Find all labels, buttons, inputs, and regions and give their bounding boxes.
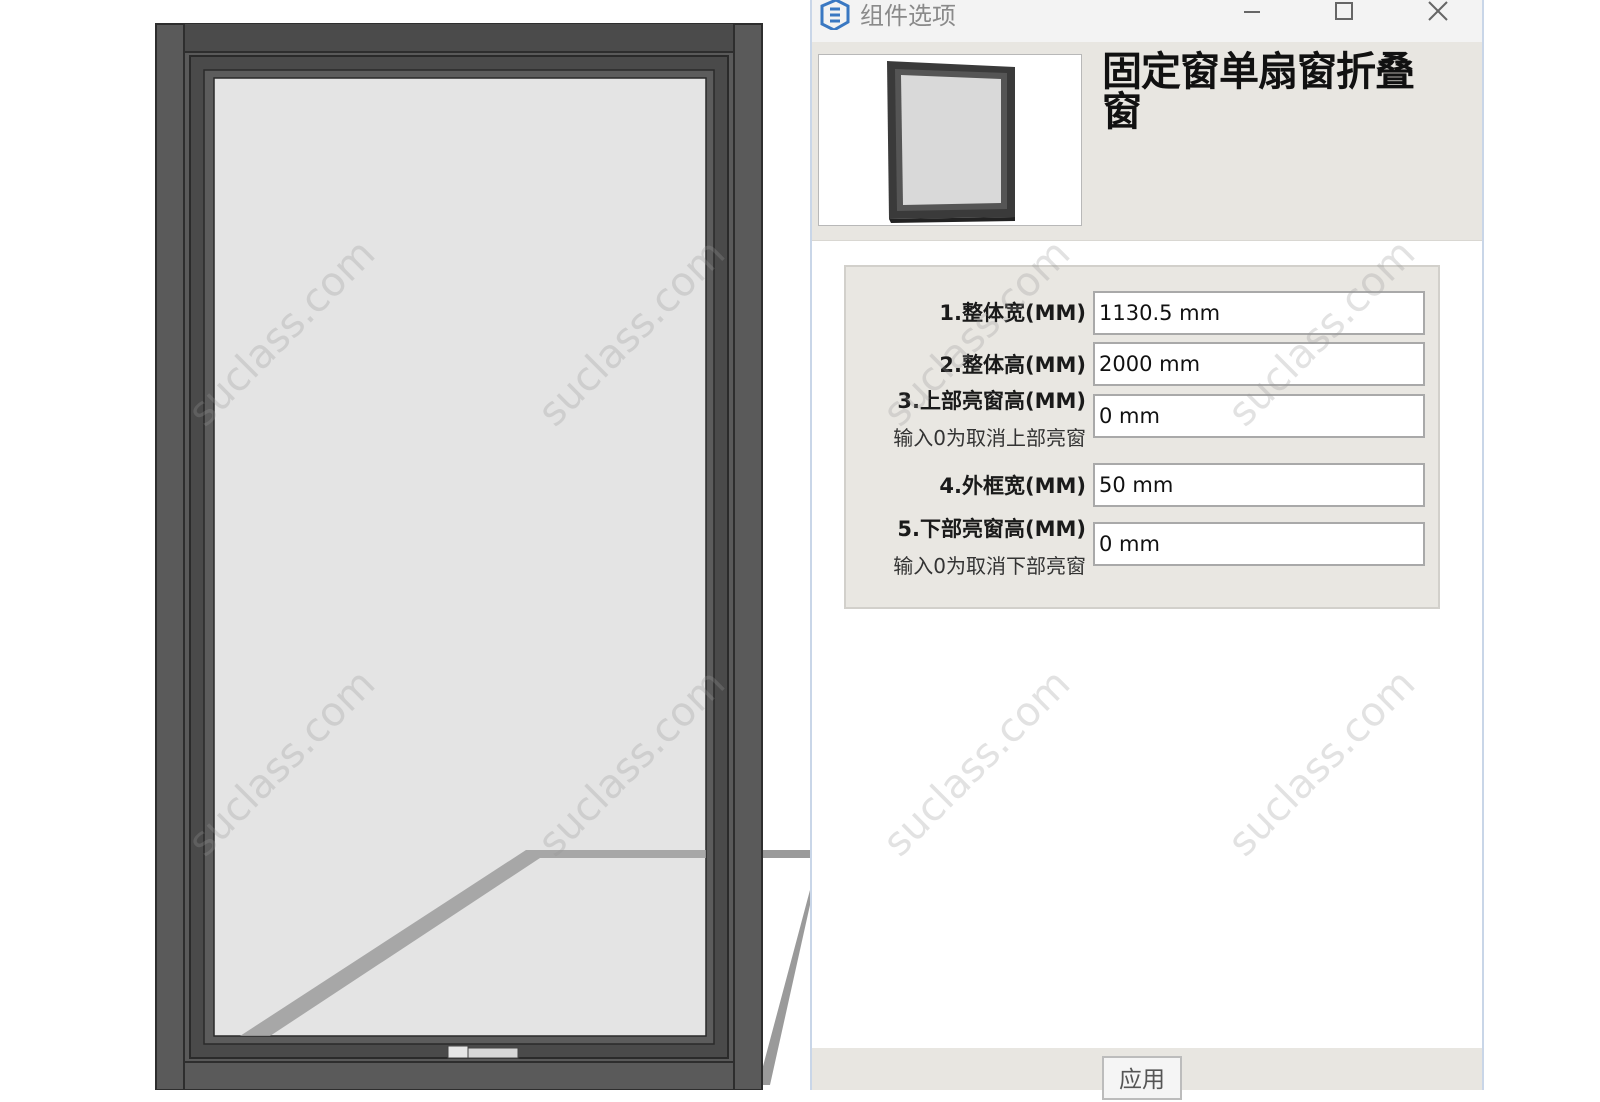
sketchup-logo-icon <box>820 0 850 30</box>
frame-width-input[interactable] <box>1093 463 1425 507</box>
bottom-transom-input[interactable] <box>1093 522 1425 566</box>
dialog-title: 组件选项 <box>860 2 956 30</box>
height-input[interactable] <box>1093 342 1425 386</box>
option-label: 4.外框宽(MM) <box>939 474 1086 498</box>
options-form: 1.整体宽(MM) 2.整体高(MM) 3.上部亮窗高(MM) 输入0为取消上部… <box>844 265 1440 609</box>
option-label: 2.整体高(MM) <box>939 353 1086 377</box>
close-icon[interactable] <box>1418 0 1458 26</box>
window-model-drawing <box>155 23 810 1090</box>
option-hint: 输入0为取消下部亮窗 <box>893 554 1086 578</box>
option-hint: 输入0为取消上部亮窗 <box>893 426 1086 450</box>
component-options-dialog: 组件选项 固定窗单扇窗折叠窗 1.整体宽(MM) 2.整体高 <box>810 0 1484 1100</box>
component-thumbnail <box>818 54 1082 226</box>
option-label: 5.下部亮窗高(MM) <box>897 517 1086 541</box>
dialog-footer: 应用 <box>812 1048 1482 1100</box>
maximize-icon[interactable] <box>1324 0 1364 26</box>
apply-button[interactable]: 应用 <box>1102 1056 1182 1100</box>
option-label: 1.整体宽(MM) <box>939 301 1086 325</box>
top-transom-input[interactable] <box>1093 394 1425 438</box>
component-name: 固定窗单扇窗折叠窗 <box>1102 49 1415 135</box>
width-input[interactable] <box>1093 291 1425 335</box>
window-thumbnail-image <box>887 61 1015 223</box>
option-label: 3.上部亮窗高(MM) <box>897 389 1086 413</box>
component-header: 固定窗单扇窗折叠窗 <box>812 42 1482 241</box>
title-bar[interactable]: 组件选项 <box>812 0 1482 42</box>
model-viewport[interactable] <box>0 0 810 1090</box>
minimize-icon[interactable] <box>1232 0 1272 26</box>
